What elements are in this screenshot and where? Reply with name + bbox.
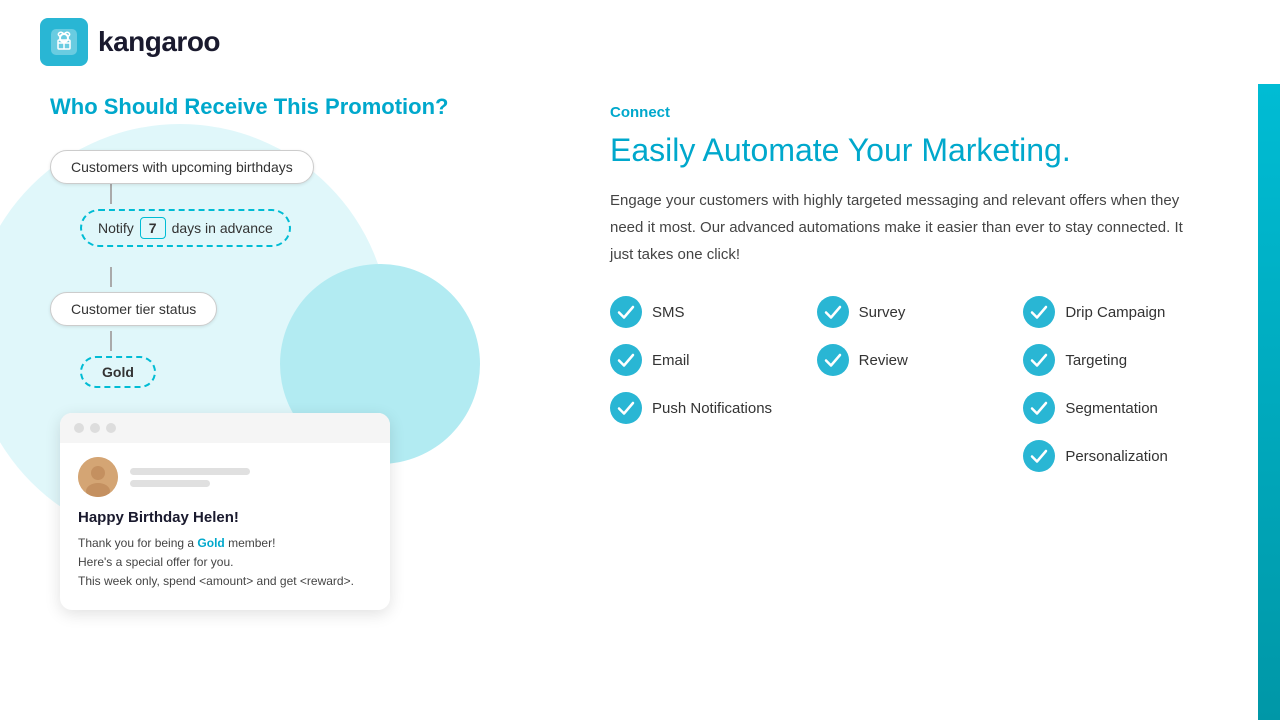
feature-survey: Survey	[817, 296, 1004, 328]
check-icon-review	[817, 344, 849, 376]
card-gold-word: Gold	[197, 536, 224, 550]
check-icon-personalization	[1023, 440, 1055, 472]
gold-box[interactable]: Gold	[80, 356, 156, 388]
card-line2: Here's a special offer for you.	[78, 555, 233, 569]
notify-row: Notify 7 days in advance	[50, 209, 530, 247]
feature-empty-3	[817, 440, 1004, 472]
check-icon-push	[610, 392, 642, 424]
feature-email: Email	[610, 344, 797, 376]
feature-segmentation: Segmentation	[1023, 392, 1210, 424]
card-body: Happy Birthday Helen! Thank you for bein…	[60, 443, 390, 610]
feature-label-review: Review	[859, 352, 908, 369]
card-line1b: member!	[225, 536, 276, 550]
profile-line-2	[130, 480, 210, 487]
connect-label: Connect	[610, 104, 1230, 121]
automate-title: Easily Automate Your Marketing.	[610, 131, 1230, 169]
features-grid: SMS Survey Drip Campaign	[610, 296, 1210, 472]
filter-birthday[interactable]: Customers with upcoming birthdays	[50, 150, 314, 184]
check-icon-survey	[817, 296, 849, 328]
feature-label-sms: SMS	[652, 304, 685, 321]
feature-label-targeting: Targeting	[1065, 352, 1127, 369]
connector-1	[110, 184, 112, 204]
dot-3	[106, 423, 116, 433]
feature-label-email: Email	[652, 352, 690, 369]
feature-sms: SMS	[610, 296, 797, 328]
dot-1	[74, 423, 84, 433]
feature-targeting: Targeting	[1023, 344, 1210, 376]
filter-section-2: Customer tier status Gold	[50, 267, 530, 388]
check-icon-segmentation	[1023, 392, 1055, 424]
profile-line-1	[130, 468, 250, 475]
promo-title: Who Should Receive This Promotion?	[50, 94, 530, 120]
gold-row: Gold	[50, 356, 530, 388]
feature-personalization: Personalization	[1023, 440, 1210, 472]
feature-empty-1	[817, 392, 1004, 424]
connector-2	[110, 267, 112, 287]
left-panel-content: Who Should Receive This Promotion? Custo…	[50, 94, 530, 610]
header: kangaroo	[0, 0, 1280, 84]
notify-label: Notify	[98, 220, 134, 236]
filter-section-1: Customers with upcoming birthdays Notify…	[50, 150, 530, 247]
connector-3	[110, 331, 112, 351]
profile-lines	[130, 468, 372, 487]
check-icon-email	[610, 344, 642, 376]
dot-2	[90, 423, 100, 433]
notify-suffix: days in advance	[172, 220, 273, 236]
check-icon-targeting	[1023, 344, 1055, 376]
feature-label-personalization: Personalization	[1065, 448, 1168, 465]
card-line1: Thank you for being a	[78, 536, 197, 550]
card-line3: This week only, spend <amount> and get <…	[78, 574, 354, 588]
card-title: Happy Birthday Helen!	[78, 509, 372, 526]
notify-box[interactable]: Notify 7 days in advance	[80, 209, 291, 247]
logo-text: kangaroo	[98, 26, 220, 58]
feature-empty-2	[610, 440, 797, 472]
logo: kangaroo	[40, 18, 220, 66]
feature-label-push: Push Notifications	[652, 400, 772, 417]
check-icon-drip	[1023, 296, 1055, 328]
right-panel: Connect Easily Automate Your Marketing. …	[580, 84, 1280, 720]
feature-drip: Drip Campaign	[1023, 296, 1210, 328]
card-text: Thank you for being a Gold member! Here'…	[78, 534, 372, 592]
feature-push: Push Notifications	[610, 392, 797, 424]
main-content: Who Should Receive This Promotion? Custo…	[0, 84, 1280, 720]
notify-number[interactable]: 7	[140, 217, 166, 239]
feature-label-segmentation: Segmentation	[1065, 400, 1158, 417]
logo-icon	[40, 18, 88, 66]
left-panel: Who Should Receive This Promotion? Custo…	[0, 84, 580, 720]
avatar	[78, 457, 118, 497]
feature-review: Review	[817, 344, 1004, 376]
feature-label-drip: Drip Campaign	[1065, 304, 1165, 321]
check-icon-sms	[610, 296, 642, 328]
right-accent-bar	[1258, 84, 1280, 720]
message-card: Happy Birthday Helen! Thank you for bein…	[60, 413, 390, 610]
card-dots	[60, 413, 390, 443]
card-profile-row	[78, 457, 372, 497]
filter-tier[interactable]: Customer tier status	[50, 292, 217, 326]
automate-desc: Engage your customers with highly target…	[610, 187, 1190, 268]
feature-label-survey: Survey	[859, 304, 906, 321]
